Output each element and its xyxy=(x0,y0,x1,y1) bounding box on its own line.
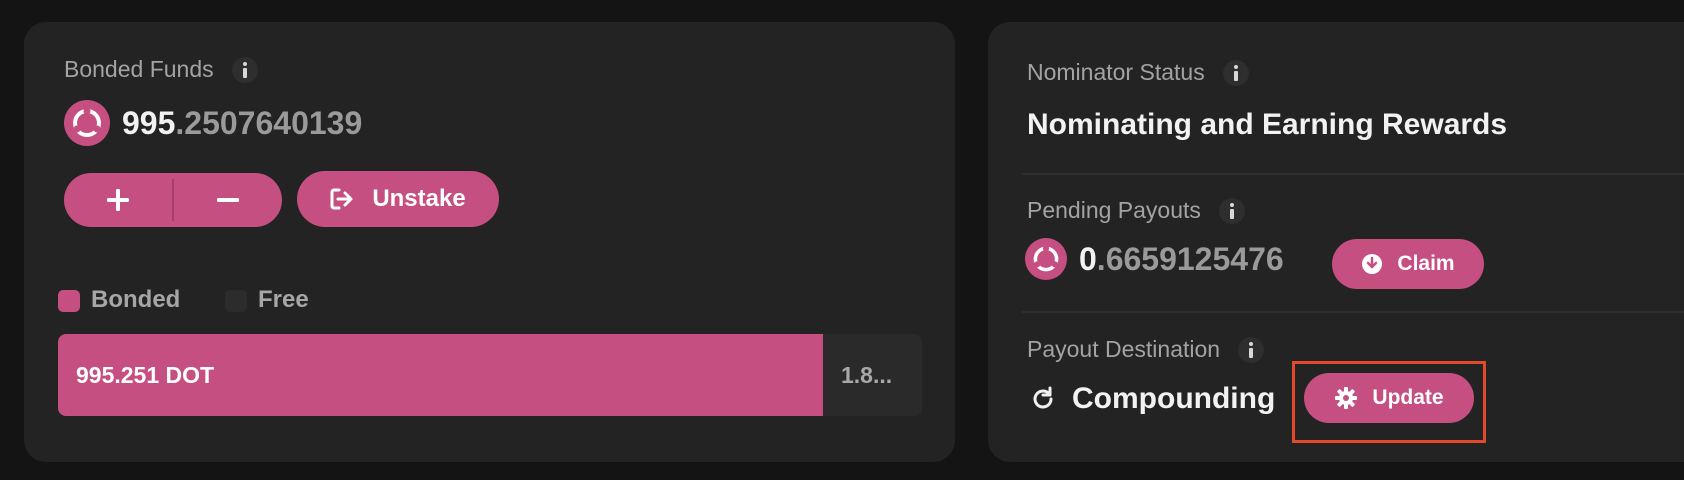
claim-label: Claim xyxy=(1397,252,1455,275)
polkadot-token-icon xyxy=(64,100,110,146)
bonded-amount-decimals: .2507640139 xyxy=(175,104,363,141)
sign-out-icon xyxy=(330,188,353,210)
polkadot-token-icon xyxy=(1025,238,1067,280)
payout-destination-value-row: Compounding xyxy=(1030,382,1275,416)
bonded-amount: 995.2507640139 xyxy=(64,100,362,146)
nominator-status-heading: Nominator Status xyxy=(1027,59,1249,86)
unbond-button[interactable] xyxy=(174,173,282,227)
bonded-funds-heading: Bonded Funds xyxy=(64,56,258,83)
payout-destination-title: Payout Destination xyxy=(1027,336,1221,362)
info-icon[interactable] xyxy=(1238,336,1265,363)
payout-destination-heading: Payout Destination xyxy=(1027,336,1265,363)
bond-unbond-group xyxy=(64,173,282,227)
download-icon xyxy=(1362,254,1383,274)
payouts-amount-int: 0 xyxy=(1079,240,1097,277)
refresh-icon xyxy=(1033,386,1053,409)
bonded-funds-title: Bonded Funds xyxy=(64,56,214,82)
pending-payouts-heading: Pending Payouts xyxy=(1027,197,1245,224)
minus-icon xyxy=(217,198,239,202)
bonded-free-bar: 995.251 DOT 1.8... xyxy=(58,334,922,416)
nominator-status-title: Nominator Status xyxy=(1027,59,1205,85)
payout-destination-value: Compounding xyxy=(1072,382,1276,415)
free-legend-label: Free xyxy=(258,286,309,313)
claim-button[interactable]: Claim xyxy=(1332,239,1484,289)
free-bar-label: 1.8... xyxy=(841,362,893,388)
bonded-legend-label: Bonded xyxy=(91,286,181,313)
bonded-bar-label: 995.251 DOT xyxy=(76,362,215,388)
unstake-button[interactable]: Unstake xyxy=(297,171,499,227)
bond-more-button[interactable] xyxy=(64,173,172,227)
plus-icon xyxy=(107,189,129,211)
info-icon[interactable] xyxy=(1218,197,1245,224)
pending-payouts-title: Pending Payouts xyxy=(1027,197,1201,223)
bonded-legend-swatch xyxy=(58,290,80,312)
divider xyxy=(1022,311,1684,313)
free-legend-swatch xyxy=(225,290,247,312)
info-icon[interactable] xyxy=(1222,59,1249,86)
unstake-label: Unstake xyxy=(372,185,466,212)
nominator-status-value: Nominating and Earning Rewards xyxy=(1027,108,1508,141)
bonded-amount-int: 995 xyxy=(122,104,176,141)
highlight-box xyxy=(1292,361,1486,443)
info-icon[interactable] xyxy=(231,56,258,83)
payouts-amount-decimals: .6659125476 xyxy=(1096,240,1284,277)
pending-payouts-amount: 0.6659125476 xyxy=(1025,238,1284,280)
divider xyxy=(1022,173,1684,175)
